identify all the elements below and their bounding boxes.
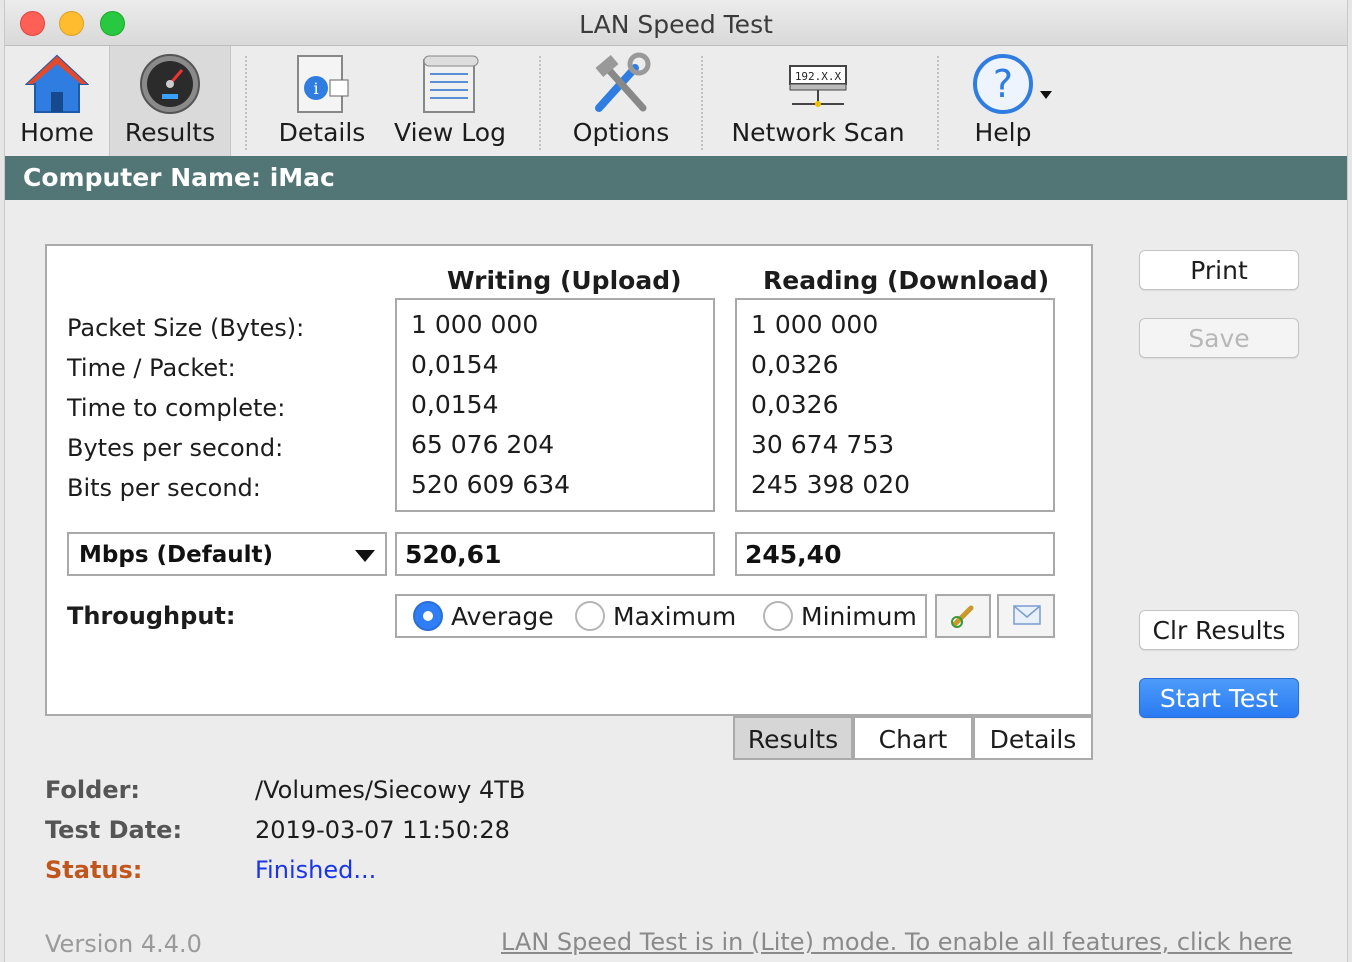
bytes-per-second-label: Bytes per second: <box>67 434 284 462</box>
options-button[interactable]: Options <box>561 46 681 156</box>
results-button[interactable]: Results <box>109 46 231 156</box>
packet-size-label: Packet Size (Bytes): <box>67 314 305 342</box>
version-label: Version 4.4.0 <box>45 930 202 958</box>
upload-column-header: Writing (Upload) <box>447 266 682 295</box>
tab-results[interactable]: Results <box>733 716 853 760</box>
results-panel: Writing (Upload) Reading (Download) Pack… <box>45 244 1093 716</box>
computer-name-bar: Computer Name: iMac <box>5 156 1347 200</box>
lite-mode-link[interactable]: LAN Speed Test is in (Lite) mode. To ena… <box>501 928 1292 956</box>
toolbar-separator <box>245 56 247 150</box>
upload-bits-per-second: 520 609 634 <box>411 470 571 499</box>
upload-packet-size: 1 000 000 <box>411 310 539 339</box>
network-scan-button[interactable]: 192.X.X Network Scan <box>723 46 913 156</box>
help-dropdown-caret-icon[interactable] <box>1039 90 1053 100</box>
house-icon <box>25 54 89 113</box>
question-mark-icon: ? <box>973 54 1033 114</box>
upload-bytes-per-second: 65 076 204 <box>411 430 555 459</box>
help-button[interactable]: ? Help <box>955 46 1051 156</box>
title-bar: LAN Speed Test <box>5 0 1347 46</box>
toolbar-separator <box>539 56 541 150</box>
download-mbps-field: 245,40 <box>735 532 1055 576</box>
toolbar-separator <box>701 56 703 150</box>
throughput-radio-group: Average Maximum Minimum <box>395 594 927 638</box>
toolbar-separator <box>937 56 939 150</box>
download-values-box: 1 000 000 0,0326 0,0326 30 674 753 245 3… <box>735 298 1055 512</box>
status-value: Finished... <box>255 856 377 884</box>
tab-details[interactable]: Details <box>973 716 1093 760</box>
start-test-button[interactable]: Start Test <box>1139 678 1299 718</box>
throughput-label: Throughput: <box>67 602 236 630</box>
print-button[interactable]: Print <box>1139 250 1299 290</box>
speedometer-icon <box>140 54 200 114</box>
app-window: LAN Speed Test Home Results i Details Vi… <box>4 0 1348 962</box>
upload-time-to-complete: 0,0154 <box>411 390 499 419</box>
average-radio[interactable] <box>413 601 443 631</box>
tools-icon <box>595 52 651 112</box>
maximum-radio[interactable] <box>575 601 605 631</box>
download-bits-per-second: 245 398 020 <box>751 470 911 499</box>
details-button[interactable]: i Details <box>267 46 377 156</box>
clr-results-button[interactable]: Clr Results <box>1139 610 1299 650</box>
download-column-header: Reading (Download) <box>763 266 1050 295</box>
tab-chart[interactable]: Chart <box>853 716 973 760</box>
folder-value: /Volumes/Siecowy 4TB <box>255 776 526 804</box>
minimum-radio-label[interactable]: Minimum <box>801 602 917 631</box>
test-date-label: Test Date: <box>45 816 183 844</box>
notes-button[interactable] <box>935 594 991 638</box>
pencil-icon <box>951 605 974 628</box>
home-button[interactable]: Home <box>5 46 109 156</box>
toolbar: Home Results i Details View Log Options … <box>5 46 1347 156</box>
time-to-complete-label: Time to complete: <box>67 394 286 422</box>
unit-select[interactable]: Mbps (Default) <box>67 532 387 576</box>
download-bytes-per-second: 30 674 753 <box>751 430 895 459</box>
unit-select-value: Mbps (Default) <box>79 542 274 568</box>
save-button[interactable]: Save <box>1139 318 1299 358</box>
info-document-icon: i <box>297 55 349 113</box>
svg-text:i: i <box>313 79 318 98</box>
computer-name: Computer Name: iMac <box>23 163 335 192</box>
bits-per-second-label: Bits per second: <box>67 474 261 502</box>
folder-label: Folder: <box>45 776 141 804</box>
svg-text:?: ? <box>993 62 1013 106</box>
envelope-icon <box>1013 605 1041 625</box>
dropdown-arrow-icon <box>355 550 375 562</box>
upload-mbps-field: 520,61 <box>395 532 715 576</box>
download-time-per-packet: 0,0326 <box>751 350 839 379</box>
test-date-value: 2019-03-07 11:50:28 <box>255 816 510 844</box>
log-scroll-icon <box>423 55 479 113</box>
download-time-to-complete: 0,0326 <box>751 390 839 419</box>
view-log-button[interactable]: View Log <box>385 46 515 156</box>
svg-text:192.X.X: 192.X.X <box>795 70 842 83</box>
minimum-radio[interactable] <box>763 601 793 631</box>
upload-values-box: 1 000 000 0,0154 0,0154 65 076 204 520 6… <box>395 298 715 512</box>
upload-time-per-packet: 0,0154 <box>411 350 499 379</box>
status-label: Status: <box>45 856 143 884</box>
window-title: LAN Speed Test <box>579 10 773 39</box>
network-icon: 192.X.X <box>789 65 847 107</box>
download-packet-size: 1 000 000 <box>751 310 879 339</box>
maximum-radio-label[interactable]: Maximum <box>613 602 736 631</box>
time-per-packet-label: Time / Packet: <box>67 354 236 382</box>
email-button[interactable] <box>997 594 1055 638</box>
average-radio-label[interactable]: Average <box>451 602 554 631</box>
